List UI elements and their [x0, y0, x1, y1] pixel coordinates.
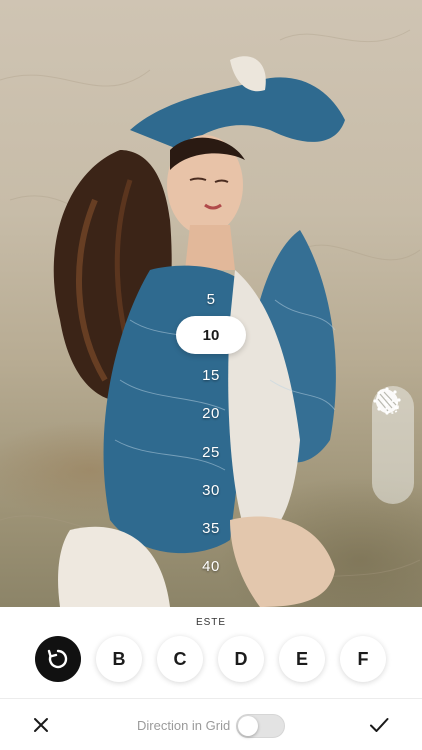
picker-value[interactable]: 5: [207, 291, 216, 308]
direction-in-grid-toggle[interactable]: [236, 714, 285, 738]
tray-divider: [0, 698, 422, 699]
picker-value[interactable]: 20: [202, 405, 220, 422]
style-option-d[interactable]: D: [218, 636, 264, 682]
picker-value[interactable]: 35: [202, 520, 220, 537]
style-option-c[interactable]: C: [157, 636, 203, 682]
style-options-row: B C D E F: [0, 636, 422, 684]
toggle-knob: [238, 716, 258, 736]
bottom-action-bar: Direction in Grid: [0, 700, 422, 750]
picker-selected-value[interactable]: 10: [176, 316, 246, 354]
picker-value[interactable]: 15: [202, 367, 220, 384]
close-button[interactable]: [30, 714, 52, 736]
current-style-name: ESTE: [195, 617, 227, 628]
confirm-button[interactable]: [368, 714, 390, 736]
style-option-f[interactable]: F: [340, 636, 386, 682]
checkmark-icon: [370, 718, 389, 732]
rotate-icon: [47, 649, 68, 669]
brush-hand-icon[interactable]: [375, 389, 409, 487]
side-tool-panel: C: [372, 386, 414, 504]
picker-value[interactable]: 30: [202, 482, 220, 499]
direction-in-grid-label: Direction in Grid: [137, 718, 231, 733]
close-icon: [34, 718, 48, 732]
photo-canvas[interactable]: 5 15 20 25 30 35 40 10 C: [0, 0, 422, 607]
style-option-b[interactable]: B: [96, 636, 142, 682]
picker-value[interactable]: 40: [202, 558, 220, 575]
style-option-e[interactable]: E: [279, 636, 325, 682]
reset-style-button[interactable]: [35, 636, 81, 682]
picker-value[interactable]: 25: [202, 444, 220, 461]
